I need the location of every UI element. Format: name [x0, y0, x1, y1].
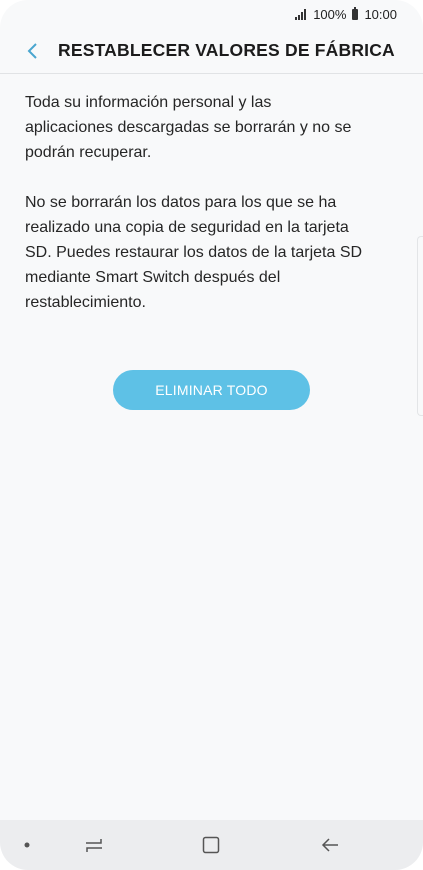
home-button[interactable] — [193, 820, 229, 870]
warning-text: Toda su información personal y las aplic… — [25, 94, 352, 161]
back-button[interactable] — [12, 31, 52, 71]
phone-screen: 100% 10:00 RESTABLECER VALORES DE FÁBRIC… — [0, 0, 423, 870]
clock: 10:00 — [364, 6, 397, 22]
header: RESTABLECER VALORES DE FÁBRICA — [0, 28, 423, 74]
recents-icon — [86, 839, 102, 852]
scroll-indicator[interactable] — [417, 236, 423, 416]
battery-icon — [352, 6, 359, 20]
signal-icon — [295, 8, 307, 20]
navigation-bar — [0, 820, 423, 870]
home-icon — [202, 836, 220, 854]
page-title: RESTABLECER VALORES DE FÁBRICA — [58, 40, 395, 60]
back-nav-button[interactable] — [312, 820, 348, 870]
dot-icon — [24, 842, 30, 848]
recents-button[interactable] — [76, 820, 112, 870]
backup-info-text: No se borrarán los datos para los que se… — [25, 194, 363, 311]
status-bar: 100% 10:00 — [0, 0, 423, 28]
delete-all-button[interactable]: ELIMINAR TODO — [113, 370, 310, 410]
back-arrow-icon — [321, 838, 338, 852]
chevron-left-icon — [27, 42, 37, 59]
content: Toda su información personal y las aplic… — [25, 90, 363, 340]
nav-dot-button[interactable] — [12, 820, 42, 870]
battery-percentage: 100% — [313, 6, 347, 22]
